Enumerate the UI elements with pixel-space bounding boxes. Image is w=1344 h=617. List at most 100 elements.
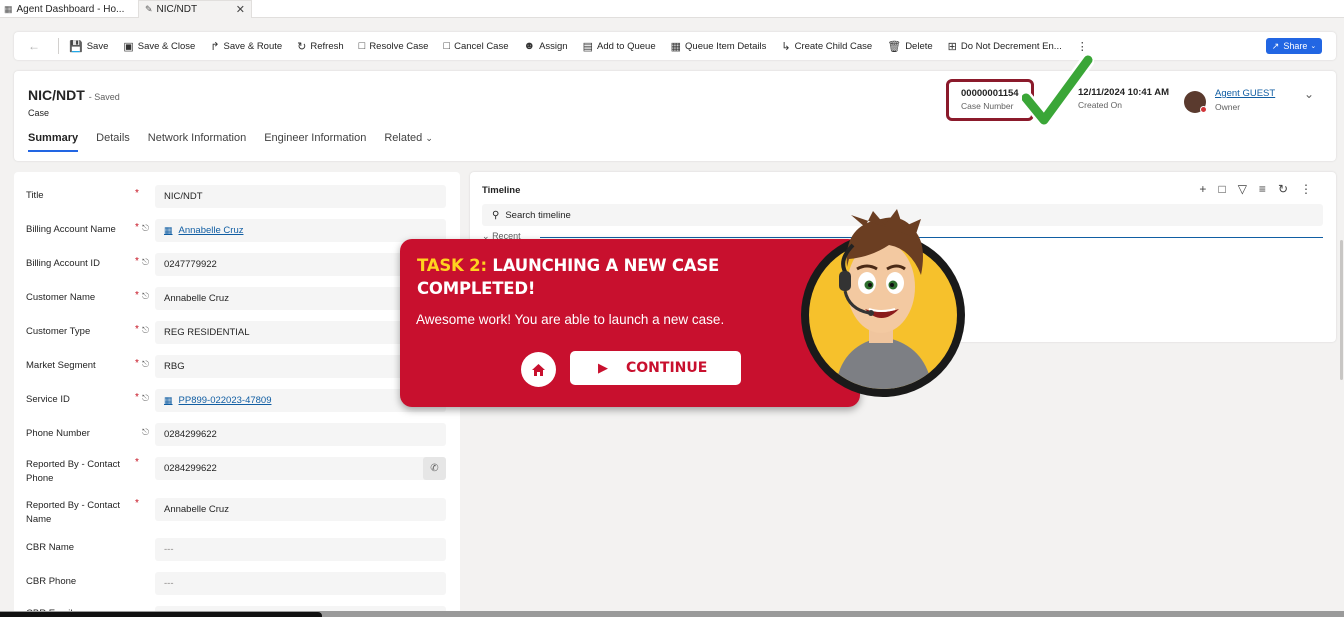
billing-account-name-lookup[interactable]: ▦ Annabelle Cruz bbox=[155, 219, 446, 242]
required-marker: * bbox=[135, 222, 139, 233]
form-tabs: Summary Details Network Information Engi… bbox=[28, 132, 451, 152]
lock-icon: ⎋ bbox=[142, 291, 150, 301]
command-bar: ← 💾 Save ▣ Save & Close ↱ Save & Route ↻ Ref… bbox=[14, 32, 1336, 60]
field-label: Reported By - Contact Phone bbox=[26, 459, 120, 484]
service-icon: ▦ bbox=[164, 395, 173, 405]
timeline-title: Timeline bbox=[482, 185, 521, 196]
close-icon[interactable]: ✕ bbox=[236, 3, 245, 16]
tab-case[interactable]: ✎ NIC/NDT ✕ bbox=[138, 0, 252, 18]
owner-link[interactable]: Agent GUEST bbox=[1215, 88, 1275, 99]
checkmark-icon bbox=[1022, 54, 1094, 127]
lock-icon: ⎋ bbox=[142, 325, 150, 335]
more-icon[interactable]: ⋮ bbox=[1300, 182, 1312, 196]
resolve-case-button[interactable]: □ Resolve Case bbox=[359, 40, 429, 52]
field-label: Title bbox=[26, 190, 44, 201]
do-not-decrement-button[interactable]: ⊞ Do Not Decrement En... bbox=[948, 40, 1062, 53]
save-route-button[interactable]: ↱ Save & Route bbox=[210, 40, 282, 53]
tab-label: NIC/NDT bbox=[156, 4, 198, 15]
save-button[interactable]: 💾 Save bbox=[69, 40, 108, 53]
cbr-phone-input[interactable]: --- bbox=[155, 572, 446, 595]
tab-summary[interactable]: Summary bbox=[28, 132, 79, 152]
add-icon[interactable]: + bbox=[1199, 182, 1206, 196]
queue-details-label: Queue Item Details bbox=[685, 40, 767, 52]
sort-icon[interactable]: ≡ bbox=[1259, 182, 1266, 196]
filter-icon[interactable]: ▽ bbox=[1238, 182, 1247, 196]
chevron-down-icon: ⌄ bbox=[425, 133, 433, 143]
cancel-icon: □ bbox=[443, 40, 451, 52]
tab-details[interactable]: Details bbox=[96, 132, 130, 152]
queue-details-icon: ▦ bbox=[670, 40, 682, 53]
save-route-label: Save & Route bbox=[223, 40, 283, 52]
save-label: Save bbox=[86, 40, 109, 52]
home-icon bbox=[532, 363, 545, 376]
cancel-label: Cancel Case bbox=[454, 40, 509, 52]
queue-item-details-button[interactable]: ▦ Queue Item Details bbox=[671, 40, 767, 53]
tab-network-information[interactable]: Network Information bbox=[148, 132, 246, 152]
reported-by-name-input[interactable]: Annabelle Cruz bbox=[155, 498, 446, 521]
create-child-case-button[interactable]: ↳ Create Child Case bbox=[781, 40, 872, 53]
required-marker: * bbox=[135, 256, 139, 267]
route-icon: ↱ bbox=[210, 40, 220, 53]
field-label: Service ID bbox=[26, 394, 70, 405]
assign-button[interactable]: ☻ Assign bbox=[524, 40, 568, 52]
chevron-down-icon: ⌄ bbox=[1310, 43, 1317, 50]
lock-icon: ⎋ bbox=[142, 257, 150, 267]
save-close-label: Save & Close bbox=[137, 40, 196, 52]
refresh-icon[interactable]: ↻ bbox=[1278, 182, 1288, 196]
divider bbox=[58, 38, 59, 54]
title-input[interactable]: NIC/NDT bbox=[155, 185, 446, 208]
search-placeholder: Search timeline bbox=[505, 209, 571, 221]
field-label: Customer Type bbox=[26, 326, 91, 337]
required-marker: * bbox=[135, 188, 139, 199]
lookup-value[interactable]: Annabelle Cruz bbox=[179, 225, 244, 236]
required-marker: * bbox=[135, 498, 139, 509]
field-label: Customer Name bbox=[26, 292, 96, 303]
refresh-label: Refresh bbox=[310, 40, 344, 52]
heading-line-2: COMPLETED! bbox=[417, 279, 536, 298]
field-label: Market Segment bbox=[26, 360, 96, 371]
record-title: NIC/NDT - Saved bbox=[28, 87, 120, 103]
dashboard-icon: ▦ bbox=[4, 3, 13, 14]
delete-button[interactable]: 🗑 Delete bbox=[887, 40, 932, 53]
scrollbar-thumb[interactable] bbox=[1340, 240, 1343, 380]
refresh-button[interactable]: ↻ Refresh bbox=[297, 40, 343, 53]
record-header: NIC/NDT - Saved Case Summary Details Netw… bbox=[14, 71, 1336, 161]
expand-header-chevron-icon[interactable]: ⌄ bbox=[1304, 87, 1314, 101]
tab-agent-dashboard[interactable]: ▦ Agent Dashboard - Ho... bbox=[4, 0, 132, 18]
child-case-label: Create Child Case bbox=[794, 40, 873, 52]
required-marker: * bbox=[135, 392, 139, 403]
share-icon: ↗ bbox=[1271, 40, 1280, 51]
cancel-case-button[interactable]: □ Cancel Case bbox=[443, 40, 508, 52]
tab-label: Agent Dashboard - Ho... bbox=[16, 3, 125, 15]
case-number-label: Case Number bbox=[961, 101, 1014, 111]
more-commands-button[interactable]: ⋮ bbox=[1077, 40, 1092, 53]
case-number-highlight: 00000001154 Case Number bbox=[946, 79, 1034, 121]
bottom-dock bbox=[0, 612, 322, 617]
reported-by-phone-input[interactable]: 0284299622 ✆ bbox=[155, 457, 446, 480]
save-close-button[interactable]: ▣ Save & Close bbox=[123, 40, 195, 53]
assign-label: Assign bbox=[539, 40, 568, 52]
record-entity-type: Case bbox=[28, 108, 50, 118]
required-marker: * bbox=[135, 290, 139, 301]
grid-plus-icon: ⊞ bbox=[947, 40, 957, 53]
back-arrow-icon[interactable]: ← bbox=[28, 39, 40, 53]
scrollbar[interactable] bbox=[1338, 172, 1344, 612]
task-complete-popup: TASK 2: LAUNCHING A NEW CASE COMPLETED! … bbox=[400, 239, 860, 407]
bookmark-icon[interactable]: □ bbox=[1218, 182, 1225, 196]
lookup-value[interactable]: PP899-022023-47809 bbox=[179, 395, 272, 406]
share-button[interactable]: ↗ Share ⌄ bbox=[1266, 38, 1322, 54]
home-button[interactable] bbox=[521, 352, 556, 387]
popup-heading: TASK 2: LAUNCHING A NEW CASE COMPLETED! bbox=[417, 254, 719, 300]
input-value: 0284299622 bbox=[164, 463, 217, 474]
timeline-toolbar: + □ ▽ ≡ ↻ ⋮ bbox=[1187, 182, 1312, 196]
cbr-name-input[interactable]: --- bbox=[155, 538, 446, 561]
tab-related[interactable]: Related ⌄ bbox=[384, 132, 433, 152]
phone-number-input[interactable]: 0284299622 bbox=[155, 423, 446, 446]
owner-label: Owner bbox=[1215, 102, 1241, 112]
phone-icon[interactable]: ✆ bbox=[423, 457, 446, 480]
tab-engineer-information[interactable]: Engineer Information bbox=[264, 132, 366, 152]
continue-button[interactable]: ▶ CONTINUE bbox=[570, 351, 741, 385]
add-to-queue-button[interactable]: ▤ Add to Queue bbox=[583, 40, 656, 53]
field-label: Billing Account ID bbox=[26, 258, 100, 269]
field-label: Phone Number bbox=[26, 428, 90, 439]
